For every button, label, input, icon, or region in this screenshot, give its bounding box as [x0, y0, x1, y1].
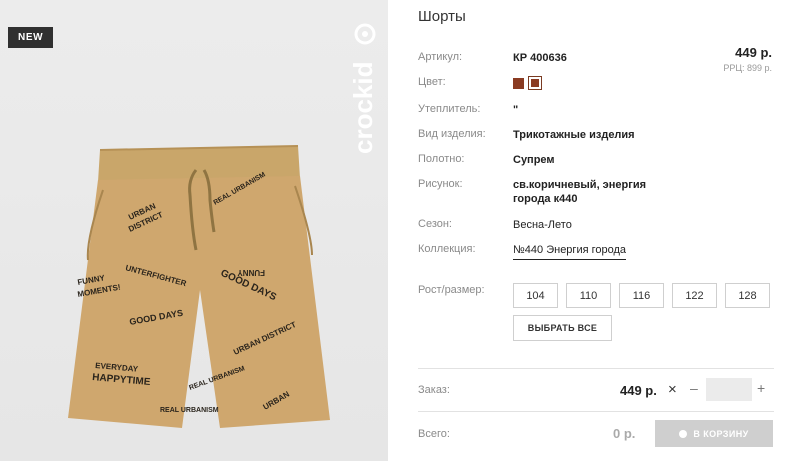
type-label: Вид изделия: — [418, 128, 486, 140]
add-to-cart-button[interactable]: В КОРЗИНУ — [655, 420, 773, 447]
collection-label: Коллекция: — [418, 243, 476, 255]
select-all-sizes-button[interactable]: ВЫБРАТЬ ВСЕ — [513, 315, 612, 341]
color-swatch-brown-selected[interactable] — [528, 76, 542, 90]
order-price: 449 р. — [620, 383, 657, 398]
season-label: Сезон: — [418, 218, 452, 230]
fabric-value: Супрем — [513, 154, 555, 166]
size-option-122[interactable]: 122 — [672, 283, 717, 308]
order-label: Заказ: — [418, 384, 450, 396]
type-value: Трикотажные изделия — [513, 129, 635, 141]
divider-order — [418, 368, 774, 369]
divider-total — [418, 411, 774, 412]
product-price: 449 р. — [735, 45, 772, 60]
size-option-128[interactable]: 128 — [725, 283, 770, 308]
size-label: Рост/размер: — [418, 284, 485, 296]
color-swatch-brown[interactable] — [513, 78, 524, 89]
add-to-cart-label: В КОРЗИНУ — [693, 428, 749, 439]
quantity-increase-button[interactable]: + — [757, 380, 765, 396]
size-option-116[interactable]: 116 — [619, 283, 664, 308]
svg-text:REAL URBANISM: REAL URBANISM — [160, 407, 219, 414]
size-option-104[interactable]: 104 — [513, 283, 558, 308]
season-value: Весна-Лето — [513, 219, 572, 231]
insulation-label: Утеплитель: — [418, 103, 481, 115]
fabric-label: Полотно: — [418, 153, 465, 165]
pattern-value-line2: города к440 — [513, 193, 578, 205]
article-value: КР 400636 — [513, 52, 567, 64]
color-label: Цвет: — [418, 76, 446, 88]
quantity-decrease-button[interactable]: – — [690, 380, 698, 396]
pattern-label: Рисунок: — [418, 178, 463, 190]
recommended-retail-price: РРЦ: 899 р. — [723, 63, 772, 73]
collection-link[interactable]: №440 Энергия города — [513, 243, 627, 260]
size-option-110[interactable]: 110 — [566, 283, 611, 308]
shorts-image: URBAN DISTRICT REAL URBANISM UNTERFIGHTE… — [68, 145, 330, 428]
cart-icon — [679, 429, 688, 438]
product-photo[interactable]: NEW crockid URBAN DISTRICT REAL URBANISM… — [0, 0, 388, 461]
svg-text:FUNNY: FUNNY — [237, 268, 265, 277]
product-title: Шорты — [418, 8, 466, 25]
total-label: Всего: — [418, 428, 450, 440]
pattern-value-line1: св.коричневый, энергия — [513, 179, 646, 191]
article-label: Артикул: — [418, 51, 463, 63]
quantity-input[interactable] — [706, 378, 752, 401]
total-price: 0 р. — [613, 426, 636, 441]
multiply-icon: × — [668, 381, 677, 398]
insulation-value: " — [513, 104, 519, 116]
